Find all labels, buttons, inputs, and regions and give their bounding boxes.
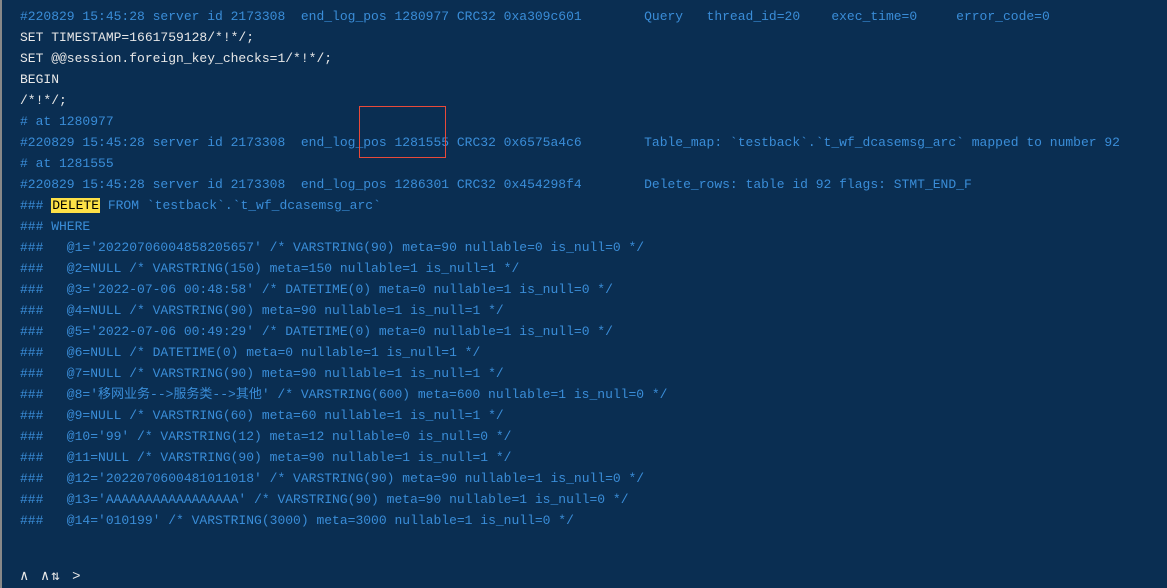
log-line: BEGIN bbox=[20, 69, 1167, 90]
log-line: ### @13='AAAAAAAAAAAAAAAAA' /* VARSTRING… bbox=[20, 489, 1167, 510]
log-line: /*!*/; bbox=[20, 90, 1167, 111]
log-line: # at 1280977 bbox=[20, 111, 1167, 132]
log-line: ### @4=NULL /* VARSTRING(90) meta=90 nul… bbox=[20, 300, 1167, 321]
log-line: #220829 15:45:28 server id 2173308 end_l… bbox=[20, 6, 1167, 27]
search-navigation-icons[interactable]: ∧ ∧⇅ > bbox=[20, 567, 83, 588]
log-line: ### @6=NULL /* DATETIME(0) meta=0 nullab… bbox=[20, 342, 1167, 363]
log-line: ### @12='2022070600481011018' /* VARSTRI… bbox=[20, 468, 1167, 489]
log-line: ### @11=NULL /* VARSTRING(90) meta=90 nu… bbox=[20, 447, 1167, 468]
log-line: ### @10='99' /* VARSTRING(12) meta=12 nu… bbox=[20, 426, 1167, 447]
log-line: SET @@session.foreign_key_checks=1/*!*/; bbox=[20, 48, 1167, 69]
log-line: ### @7=NULL /* VARSTRING(90) meta=90 nul… bbox=[20, 363, 1167, 384]
log-line: #220829 15:45:28 server id 2173308 end_l… bbox=[20, 174, 1167, 195]
log-line: ### @1='20220706004858205657' /* VARSTRI… bbox=[20, 237, 1167, 258]
log-line: ### @2=NULL /* VARSTRING(150) meta=150 n… bbox=[20, 258, 1167, 279]
prefix: ### bbox=[20, 198, 51, 213]
log-line: ### @3='2022-07-06 00:48:58' /* DATETIME… bbox=[20, 279, 1167, 300]
log-line: ### @14='010199' /* VARSTRING(3000) meta… bbox=[20, 510, 1167, 531]
log-line: # at 1281555 bbox=[20, 153, 1167, 174]
terminal-content: #220829 15:45:28 server id 2173308 end_l… bbox=[2, 0, 1167, 531]
log-line: ### WHERE bbox=[20, 216, 1167, 237]
log-line: SET TIMESTAMP=1661759128/*!*/; bbox=[20, 27, 1167, 48]
log-line: ### @8='移网业务-->服务类-->其他' /* VARSTRING(60… bbox=[20, 384, 1167, 405]
log-line: ### @5='2022-07-06 00:49:29' /* DATETIME… bbox=[20, 321, 1167, 342]
log-line: #220829 15:45:28 server id 2173308 end_l… bbox=[20, 132, 1167, 153]
log-line: ### @9=NULL /* VARSTRING(60) meta=60 nul… bbox=[20, 405, 1167, 426]
suffix: FROM `testback`.`t_wf_dcasemsg_arc` bbox=[100, 198, 381, 213]
log-line: ### DELETE FROM `testback`.`t_wf_dcasems… bbox=[20, 195, 1167, 216]
delete-highlight: DELETE bbox=[51, 198, 100, 213]
